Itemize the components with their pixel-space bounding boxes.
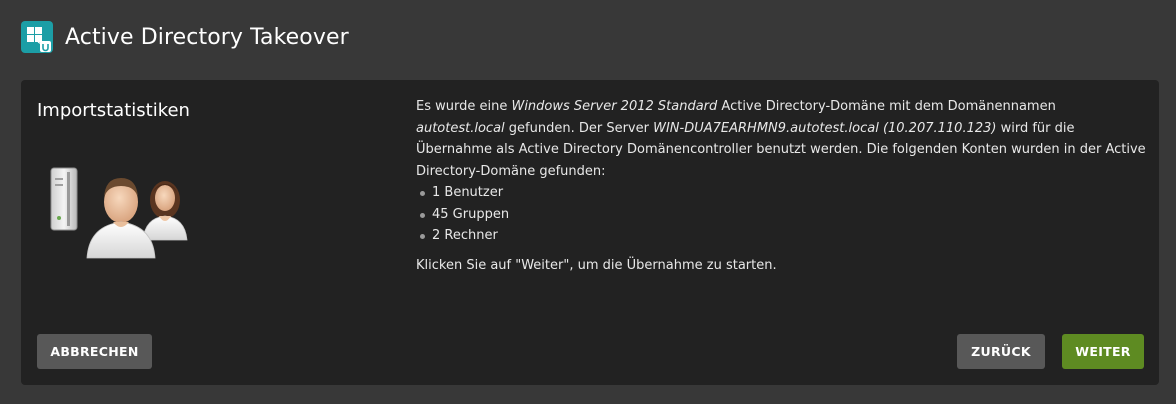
account-stats-list: 1 Benutzer 45 Gruppen 2 Rechner [416,182,1146,247]
cancel-button[interactable]: ABBRECHEN [37,334,152,369]
os-name: Windows Server 2012 Standard [511,99,718,114]
page-header: Active Directory Takeover [21,21,349,53]
message-text: Es wurde eine [416,99,512,114]
stat-groups: 45 Gruppen [416,204,1146,226]
wizard-panel: Importstatistiken Es wurde eine Windows … [21,80,1159,385]
server-and-users-illustration [47,160,197,260]
message-text: gefunden. Der Server [504,120,654,136]
message-text: Active Directory-Domäne mit dem Domänenn… [717,99,1056,114]
page-title: Active Directory Takeover [65,24,349,50]
domain-found-message: Es wurde eine Windows Server 2012 Standa… [416,96,1146,182]
back-button[interactable]: ZURÜCK [957,334,1045,369]
next-button[interactable]: WEITER [1062,334,1144,369]
continue-hint: Klicken Sie auf "Weiter", um die Übernah… [416,257,777,273]
takeover-summary: Es wurde eine Windows Server 2012 Standa… [416,96,1146,276]
section-title: Importstatistiken [37,100,190,121]
active-directory-app-icon [21,21,53,53]
stat-computers: 2 Rechner [416,225,1146,247]
domain-name: autotest.local [416,120,505,136]
server-name: WIN-DUA7EARHMN9.autotest.local (10.207.1… [653,120,997,136]
stat-users: 1 Benutzer [416,182,1146,204]
